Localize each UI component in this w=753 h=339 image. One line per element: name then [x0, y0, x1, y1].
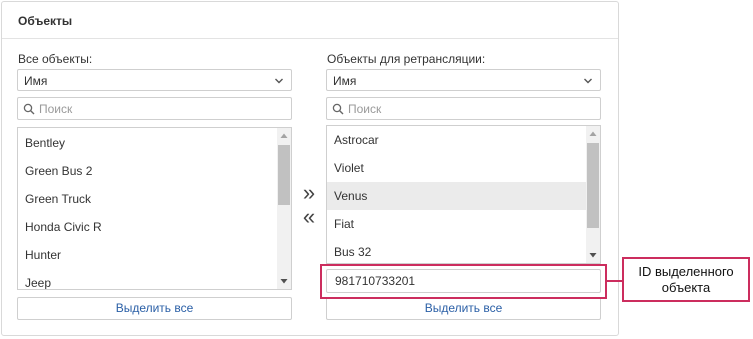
- scroll-up-arrow-icon[interactable]: [279, 131, 289, 141]
- search-icon: [332, 103, 344, 115]
- right-select-all-button[interactable]: Выделить все: [326, 297, 601, 320]
- left-sort-select[interactable]: Имя: [17, 69, 292, 91]
- left-sort-value: Имя: [24, 74, 48, 88]
- list-item[interactable]: Bus 32: [327, 238, 600, 263]
- list-item[interactable]: Jeep: [18, 269, 291, 289]
- left-search-box[interactable]: [17, 97, 292, 120]
- callout-line-1: ID выделенного: [638, 264, 734, 279]
- list-item[interactable]: Green Truck: [18, 185, 291, 213]
- scroll-up-arrow-icon[interactable]: [588, 129, 598, 139]
- right-scroll-thumb[interactable]: [587, 143, 599, 228]
- left-scrollbar[interactable]: [277, 128, 291, 289]
- remove-from-retranslation-button[interactable]: «: [298, 206, 320, 228]
- id-field-highlight: [320, 264, 607, 299]
- search-icon: [23, 103, 35, 115]
- add-to-retranslation-button[interactable]: »: [298, 182, 320, 204]
- panel-title: Объекты: [2, 2, 618, 39]
- id-callout: ID выделенного объекта: [622, 257, 750, 302]
- callout-line-2: объекта: [661, 280, 711, 295]
- right-sort-select[interactable]: Имя: [326, 69, 601, 91]
- list-item[interactable]: Hunter: [18, 241, 291, 269]
- chevron-down-icon: [275, 78, 283, 84]
- left-search-input[interactable]: [39, 100, 279, 117]
- chevron-down-icon: [584, 78, 592, 84]
- all-objects-label: Все объекты:: [18, 52, 93, 66]
- left-select-all-button[interactable]: Выделить все: [17, 297, 292, 320]
- list-item[interactable]: Violet: [327, 154, 600, 182]
- right-scrollbar[interactable]: [586, 126, 600, 263]
- right-search-box[interactable]: [326, 97, 601, 120]
- list-item[interactable]: Fiat: [327, 210, 600, 238]
- retranslation-objects-list[interactable]: Astrocar Violet Venus Fiat Bus 32: [326, 125, 601, 264]
- all-objects-list[interactable]: Bentley Green Bus 2 Green Truck Honda Ci…: [17, 127, 292, 290]
- list-item[interactable]: Honda Civic R: [18, 213, 291, 241]
- right-search-input[interactable]: [348, 100, 588, 117]
- list-item[interactable]: Green Bus 2: [18, 157, 291, 185]
- retranslation-objects-label: Объекты для ретрансляции:: [327, 52, 486, 66]
- scroll-down-arrow-icon[interactable]: [279, 276, 289, 286]
- callout-connector: [607, 280, 622, 282]
- list-item[interactable]: Bentley: [18, 129, 291, 157]
- left-scroll-thumb[interactable]: [278, 145, 290, 205]
- list-item-selected[interactable]: Venus: [327, 182, 600, 210]
- right-sort-value: Имя: [333, 74, 357, 88]
- scroll-down-arrow-icon[interactable]: [588, 250, 598, 260]
- list-item[interactable]: Astrocar: [327, 126, 600, 154]
